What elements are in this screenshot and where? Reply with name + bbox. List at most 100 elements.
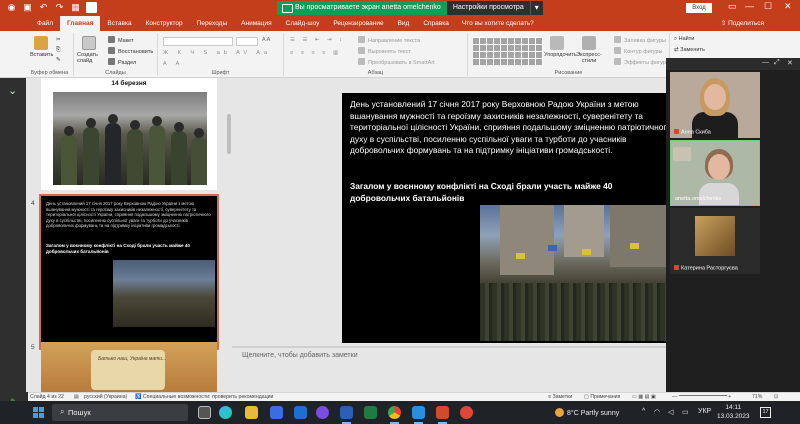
font-size-dropdown[interactable] [236,37,258,46]
share-button[interactable]: ⇧ Поделиться [721,16,764,31]
view-more-button[interactable]: ▾ [529,1,543,15]
task-view-icon[interactable] [198,406,211,419]
font-family-dropdown[interactable] [163,37,233,46]
list-buttons[interactable]: ☰ ☰ ⇤ ⇥ ↕ [290,37,345,43]
tab-7[interactable]: Рецензирование [326,16,390,31]
word-icon[interactable] [340,406,353,419]
shape-outline-button[interactable]: Контур фигуры [614,47,662,55]
tab-1[interactable]: Главная [59,16,101,31]
sign-in-button[interactable]: Вход [686,3,712,13]
start-slideshow-icon[interactable]: ▦ [70,2,81,13]
weather-widget[interactable]: 8°C Partly sunny [555,408,619,417]
slide-bold-text[interactable]: Загалом у воєнному конфлікті на Сході бр… [350,181,640,204]
comments-toggle[interactable]: ▢ Примечания [584,394,620,400]
ribbon-display-icon[interactable]: ▭ [728,1,737,12]
text-direction-button[interactable]: Направление текста [358,36,420,44]
zoom-slider[interactable]: — + [672,394,731,400]
format-painter-icon[interactable]: ✎ [56,57,61,63]
notification-center[interactable]: 17 [760,407,771,418]
excel-icon[interactable] [364,406,377,419]
language-status[interactable]: русский (Украина) [84,394,127,400]
mail-icon[interactable] [294,406,307,419]
minimize-video-icon[interactable]: — [762,59,769,66]
save-icon[interactable]: ▣ [22,2,33,13]
tab-9[interactable]: Справка [416,16,456,31]
find-button[interactable]: ⌕ Найти [674,36,694,43]
section-button[interactable]: Раздел [108,58,136,66]
reset-button[interactable]: Восстановить [108,47,153,55]
align-text-button[interactable]: Выровнять текст [358,47,411,55]
windows-start-button[interactable] [33,407,44,418]
copy-icon[interactable]: ⎘ [56,47,60,54]
paste-icon[interactable] [34,36,48,50]
cut-icon[interactable]: ✂ [56,37,61,43]
quick-styles-button[interactable]: Экспресс-стили [572,52,606,64]
notes-toggle[interactable]: ≡ Заметки [548,394,572,400]
redo-icon[interactable]: ↷ [54,2,65,13]
tab-4[interactable]: Переходы [190,16,235,31]
clock[interactable]: 14:11 13.03.2023 [717,403,750,421]
recording-app-icon[interactable] [460,406,473,419]
shapes-gallery[interactable] [473,37,543,65]
quick-styles-icon[interactable] [582,36,596,50]
accessibility-status[interactable]: ♿ Специальные возможности: проверить рек… [135,394,273,400]
current-slide[interactable]: День установлений 17 січня 2017 року Вер… [342,93,674,343]
shape-fill-button[interactable]: Заливка фигуры [614,36,666,44]
viber-icon[interactable] [316,406,329,419]
slide-body-text[interactable]: День установлений 17 січня 2017 року Вер… [350,99,672,157]
notes-placeholder[interactable]: Щелкните, чтобы добавить заметки [242,352,358,359]
volume-icon[interactable]: ◁ [668,408,673,416]
participant-tile-2[interactable]: anetta omelchenko [670,140,760,206]
align-buttons[interactable]: ≡ ≡ ≡ ≡ ▥ [290,50,341,56]
store-icon[interactable] [270,406,283,419]
tab-6[interactable]: Слайд-шоу [279,16,327,31]
slide-thumbnail-3[interactable]: 14 березня [41,78,217,190]
maximize-button[interactable]: ☐ [764,1,772,12]
minimize-button[interactable]: — [745,1,754,11]
font-color-buttons[interactable]: A A [163,61,183,67]
smartart-button[interactable]: Преобразовать в SmartArt [358,58,435,66]
popout-video-icon[interactable]: ⤢ [774,59,780,67]
powerpoint-icon[interactable] [436,406,449,419]
undo-icon[interactable]: ↶ [38,2,49,13]
slides-panel-scrollbar[interactable] [227,82,231,388]
chrome-icon[interactable] [388,406,401,419]
tab-5[interactable]: Анимация [234,16,279,31]
document-icon[interactable] [86,2,97,13]
slide-thumbnail-4[interactable]: День установлений 17 січня 2017 року Вер… [39,194,219,350]
view-settings-button[interactable]: Настройки просмотра [446,1,530,15]
notes-divider[interactable] [232,346,666,348]
grow-font-icon[interactable]: A A [262,37,270,43]
arrange-icon[interactable] [550,36,564,50]
close-video-icon[interactable]: ✕ [787,59,793,67]
network-icon[interactable]: ◠ [654,408,660,416]
paste-button[interactable]: Вставить [30,52,53,58]
spellcheck-icon[interactable]: ▤ [74,394,79,400]
font-format-buttons[interactable]: Ж К Ч S ab AV Aa [163,50,271,56]
zoom-app-icon[interactable] [412,406,425,419]
tab-0[interactable]: Файл [30,16,60,31]
new-slide-button[interactable]: Создать слайд [77,52,105,64]
edge-icon[interactable] [219,406,232,419]
scrollbar-thumb[interactable] [227,114,231,154]
taskbar-search[interactable]: ⌕ Пошук [52,404,188,421]
tell-me-search[interactable]: Что вы хотите сделать? [456,16,534,31]
participant-tile-1[interactable]: Анна Скиба [670,72,760,138]
zoom-level[interactable]: 71% [752,394,762,400]
close-button[interactable]: ✕ [784,1,792,12]
slide-thumbnail-5[interactable]: Батько наш, Україна мати... [41,342,217,392]
tray-overflow-icon[interactable]: ^ [642,408,645,415]
participant-tile-3[interactable]: Катерина Расторгуєва [670,208,760,274]
battery-icon[interactable]: ▭ [682,408,689,416]
view-buttons[interactable]: ▭ ▦ ▤ ▣ [632,394,656,400]
replace-button[interactable]: ⇄ Заменить [674,47,705,53]
tab-2[interactable]: Вставка [100,16,138,31]
slide-march-photo[interactable] [480,205,674,341]
chevron-down-icon[interactable]: ⌄ [8,84,17,97]
tab-8[interactable]: Вид [391,16,417,31]
autosave-icon[interactable]: ◉ [6,2,17,13]
tab-3[interactable]: Конструктор [139,16,190,31]
new-slide-icon[interactable] [82,36,96,50]
fit-slide-icon[interactable]: ⊡ [774,394,778,400]
shape-effects-button[interactable]: Эффекты фигуры [614,58,670,66]
